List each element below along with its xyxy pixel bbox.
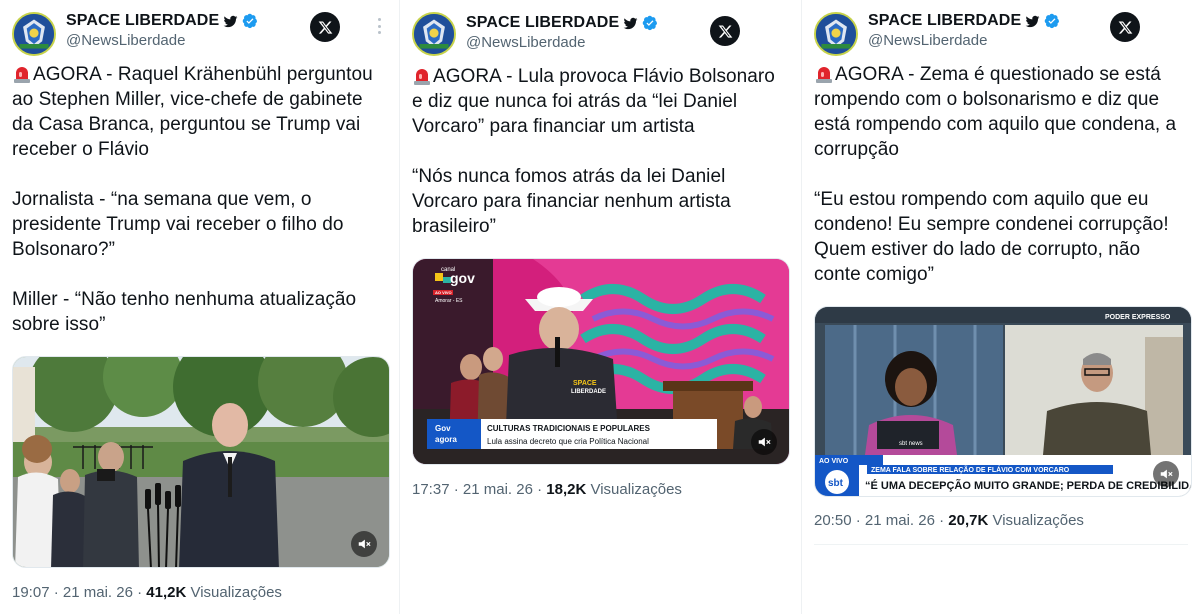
tweet-card-2[interactable]: SPACE LIBERDADE @NewsLiberdade AGORA - L… (400, 0, 802, 614)
text-line: brasileiro” (412, 216, 496, 237)
text-line: rompendo com o bolsonarismo e diz que (814, 89, 1160, 110)
lower-third-headline: “É UMA DECEPÇÃO MUITO GRANDE; PERDA DE C… (865, 479, 1192, 492)
avatar[interactable] (814, 12, 858, 56)
text-line: da Casa Branca, perguntou se Trump vai (12, 114, 361, 135)
video-frame: SPACE LIBERDADE canal gov AO VIVO Amorar… (413, 259, 789, 464)
tweet-text: AGORA - Raquel Krähenbühl perguntou ao S… (12, 62, 388, 337)
muted-speaker-icon[interactable] (351, 531, 377, 557)
topic-tag: ZEMA FALA SOBRE RELAÇÃO DE FLÁVIO COM VO… (871, 465, 1070, 474)
tweet-date[interactable]: 21 mai. 26 (463, 481, 533, 498)
tweet-video[interactable] (12, 356, 390, 568)
x-logo-icon[interactable] (1110, 12, 1140, 42)
twitter-bird-icon (1025, 15, 1040, 27)
verified-badge-icon (1044, 13, 1060, 29)
text-line: corrupção (814, 139, 899, 160)
siren-emoji-icon (816, 67, 832, 83)
text-line: Miller - “Não tenho nenhuma atualização (12, 289, 357, 310)
tweet-header: SPACE LIBERDADE @NewsLiberdade (412, 10, 790, 56)
author-handle[interactable]: @NewsLiberdade (66, 32, 185, 49)
monitor-label: sbt news (899, 441, 923, 447)
divider-line (814, 544, 1188, 545)
text-line: condeno! Eu sempre condenei corrupção! (814, 214, 1169, 235)
text-line: Jornalista - “na semana que vem, o (12, 189, 312, 210)
gov-logo-top: Gov (435, 424, 451, 433)
text-line: sobre isso” (12, 314, 106, 335)
tweet-meta: 17:37 · 21 mai. 26 · 18,2K Visualizações (412, 481, 682, 498)
views-label: Visualizações (590, 481, 682, 498)
avatar[interactable] (12, 12, 56, 56)
view-count: 20,7K (948, 512, 989, 529)
text-line: e diz que nunca foi atrás da “lei Daniel (412, 91, 738, 112)
gov-logo-bottom: agora (435, 435, 457, 444)
text-line: ao Stephen Miller, vice-chefe de gabinet… (12, 89, 363, 110)
tweet-time[interactable]: 19:07 (12, 584, 50, 601)
tweet-date[interactable]: 21 mai. 26 (63, 584, 133, 601)
author-handle[interactable]: @NewsLiberdade (466, 34, 585, 51)
text-line: Bolsonaro?” (12, 239, 115, 260)
avatar[interactable] (412, 12, 456, 56)
author-name[interactable]: SPACE LIBERDADE (868, 12, 1021, 30)
verified-badge-icon (242, 13, 258, 29)
text-line: está rompendo com aquilo que condena, a (814, 114, 1177, 135)
text-line: AGORA - Raquel Krähenbühl perguntou (33, 64, 373, 85)
twitter-bird-icon (623, 17, 638, 29)
more-dots-icon[interactable] (378, 18, 382, 34)
tweet-text: AGORA - Zema é questionado se está rompe… (814, 62, 1188, 287)
location-tag: Amorar - ES (435, 298, 463, 304)
video-frame: PODER EXPRESSO sbt news AO VIVO ZEMA FAL… (815, 307, 1192, 496)
watermark-top: SPACE (573, 380, 597, 387)
text-line: presidente Trump vai receber o filho do (12, 214, 344, 235)
siren-emoji-icon (14, 67, 30, 83)
text-line: receber o Flávio (12, 139, 150, 160)
tweet-text: AGORA - Lula provoca Flávio Bolsonaro e … (412, 64, 790, 239)
author-name[interactable]: SPACE LIBERDADE (466, 14, 619, 32)
muted-speaker-icon[interactable] (751, 429, 777, 455)
tweet-header: SPACE LIBERDADE @NewsLiberdade (814, 10, 1188, 56)
text-line: AGORA - Lula provoca Flávio Bolsonaro (433, 66, 775, 87)
text-line: AGORA - Zema é questionado se está (835, 64, 1161, 85)
tweet-date[interactable]: 21 mai. 26 (865, 512, 935, 529)
text-line: Quem estiver do lado de corrupto, não (814, 239, 1141, 260)
views-label: Visualizações (190, 584, 282, 601)
author-name[interactable]: SPACE LIBERDADE (66, 12, 219, 30)
channel-logo: gov (450, 270, 475, 286)
tweet-card-1[interactable]: SPACE LIBERDADE @NewsLiberdade AGORA - R… (0, 0, 400, 614)
siren-emoji-icon (414, 69, 430, 85)
live-tag: AO VIVO (435, 290, 452, 295)
tweet-meta: 20:50 · 21 mai. 26 · 20,7K Visualizações (814, 512, 1084, 529)
tweet-header: SPACE LIBERDADE @NewsLiberdade (12, 10, 388, 56)
tweet-time[interactable]: 17:37 (412, 481, 450, 498)
tweet-meta: 19:07 · 21 mai. 26 · 41,2K Visualizações (12, 584, 282, 601)
tweet-video[interactable]: SPACE LIBERDADE canal gov AO VIVO Amorar… (412, 258, 790, 465)
text-line: “Nós nunca fomos atrás da lei Daniel (412, 166, 726, 187)
lower-third-subline: Lula assina decreto que cria Política Na… (487, 437, 649, 446)
view-count: 18,2K (546, 481, 587, 498)
corner-tag: PODER EXPRESSO (1105, 314, 1171, 321)
author-handle[interactable]: @NewsLiberdade (868, 32, 987, 49)
watermark-bottom: LIBERDADE (571, 389, 606, 395)
view-count: 41,2K (146, 584, 187, 601)
text-line: “Eu estou rompendo com aquilo que eu (814, 189, 1149, 210)
views-label: Visualizações (992, 512, 1084, 529)
x-logo-icon[interactable] (710, 16, 740, 46)
tweet-card-3[interactable]: SPACE LIBERDADE @NewsLiberdade AGORA - Z… (802, 0, 1200, 614)
video-frame (13, 357, 389, 567)
tweet-time[interactable]: 20:50 (814, 512, 852, 529)
tweet-video[interactable]: PODER EXPRESSO sbt news AO VIVO ZEMA FAL… (814, 306, 1192, 497)
text-line: Vorcaro” para financiar um artista (412, 116, 695, 137)
x-logo-icon[interactable] (310, 12, 340, 42)
muted-speaker-icon[interactable] (1153, 461, 1179, 487)
twitter-bird-icon (223, 15, 238, 27)
text-line: Vorcaro para financiar nenhum artista (412, 191, 731, 212)
lower-third-headline: CULTURAS TRADICIONAIS E POPULARES (487, 424, 651, 433)
live-tag: AO VIVO (819, 458, 849, 465)
verified-badge-icon (642, 15, 658, 31)
network-logo: sbt (828, 478, 844, 489)
text-line: conte comigo” (814, 264, 934, 285)
